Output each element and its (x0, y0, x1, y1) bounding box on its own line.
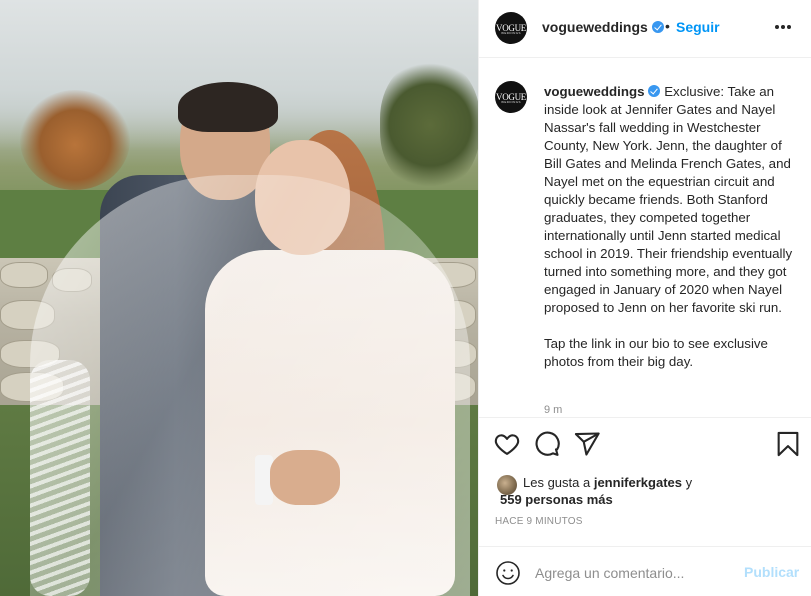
caption-avatar[interactable]: VOGUE WEDDINGS (495, 81, 527, 113)
paper-plane-icon[interactable] (573, 430, 601, 458)
likes-summary: Les gusta a jenniferkgates y 559 persona… (479, 468, 811, 512)
action-bar (479, 417, 811, 469)
caption-body: vogueweddings Exclusive: Take an inside … (544, 83, 802, 371)
likes-prefix: Les gusta a (523, 475, 591, 490)
comment-input[interactable] (535, 562, 735, 584)
caption-username[interactable]: vogueweddings (544, 84, 644, 99)
smiley-icon[interactable] (495, 560, 521, 586)
account-avatar[interactable]: VOGUE WEDDINGS (495, 12, 527, 44)
verified-badge-icon (648, 85, 661, 97)
photo-tree-right (380, 60, 478, 190)
post-header: VOGUE WEDDINGS vogueweddings • Seguir (479, 0, 811, 58)
comment-box: Publicar (479, 546, 811, 596)
post-timestamp[interactable]: HACE 9 MINUTOS (495, 516, 583, 527)
photo-stone (0, 262, 48, 288)
header-separator-dot: • (665, 18, 670, 34)
post-sidebar: VOGUE WEDDINGS vogueweddings • Seguir VO… (478, 0, 811, 596)
account-username: vogueweddings (542, 19, 648, 35)
photo-veil-lace (30, 360, 90, 596)
avatar-logo-subtext: WEDDINGS (501, 31, 521, 35)
post-comment-button[interactable]: Publicar (744, 564, 799, 580)
likes-line: Les gusta a jenniferkgates y (523, 475, 692, 490)
post-photo[interactable] (0, 0, 478, 596)
bookmark-icon[interactable] (774, 430, 802, 458)
caption-age: 9 m (544, 404, 563, 414)
photo-veil (30, 175, 470, 596)
post-caption: VOGUE WEDDINGS vogueweddings Exclusive: … (479, 59, 811, 414)
caption-text: Exclusive: Take an inside look at Jennif… (544, 84, 793, 369)
heart-icon[interactable] (493, 430, 521, 458)
likes-suffix: y (685, 475, 693, 490)
follow-button[interactable]: Seguir (676, 19, 720, 35)
likes-others-link[interactable]: 559 personas más (500, 492, 613, 507)
verified-badge-icon (651, 21, 664, 33)
liked-by-user[interactable]: jenniferkgates (594, 475, 682, 490)
photo-tree-left (20, 90, 130, 190)
photo-hand (270, 450, 340, 505)
more-options-icon[interactable] (771, 15, 795, 39)
caption-avatar-logo-subtext: WEDDINGS (501, 100, 521, 104)
account-username-link[interactable]: vogueweddings (542, 19, 664, 35)
photo-groom-hair (178, 82, 278, 132)
comment-icon[interactable] (533, 430, 561, 458)
